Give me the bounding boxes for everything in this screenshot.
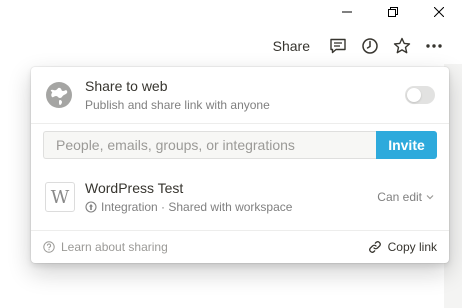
minimize-icon bbox=[342, 11, 352, 13]
invite-input[interactable] bbox=[43, 131, 376, 159]
share-to-web-text: Share to web Publish and share link with… bbox=[85, 77, 405, 113]
member-subtitle: Integration · Shared with workspace bbox=[101, 200, 293, 214]
copy-link-button[interactable]: Copy link bbox=[368, 240, 437, 254]
invite-button[interactable]: Invite bbox=[376, 131, 437, 159]
permission-dropdown[interactable]: Can edit bbox=[377, 190, 435, 204]
close-button[interactable] bbox=[416, 0, 462, 24]
integration-avatar: W bbox=[45, 182, 75, 212]
share-to-web-row[interactable]: Share to web Publish and share link with… bbox=[31, 67, 449, 123]
learn-about-sharing-link[interactable]: Learn about sharing bbox=[43, 240, 168, 254]
help-icon bbox=[43, 241, 55, 253]
more-icon bbox=[426, 44, 442, 48]
history-icon bbox=[362, 38, 378, 54]
restore-button[interactable] bbox=[370, 0, 416, 24]
member-text: WordPress Test Integration · Shared with… bbox=[85, 179, 377, 215]
favorite-button[interactable] bbox=[386, 32, 418, 60]
window-controls bbox=[324, 0, 462, 24]
share-to-web-toggle[interactable] bbox=[405, 86, 435, 104]
member-subtitle-row: Integration · Shared with workspace bbox=[85, 199, 377, 215]
member-row[interactable]: W WordPress Test Integration · Shared wi… bbox=[31, 175, 449, 219]
integration-icon bbox=[85, 201, 97, 213]
page-topbar: Share bbox=[0, 32, 462, 60]
comment-icon bbox=[330, 38, 346, 54]
updates-button[interactable] bbox=[354, 32, 386, 60]
learn-about-sharing-label: Learn about sharing bbox=[61, 240, 168, 254]
share-to-web-subtitle: Publish and share link with anyone bbox=[85, 98, 270, 112]
chevron-down-icon bbox=[426, 195, 434, 200]
permission-label: Can edit bbox=[377, 190, 422, 204]
toggle-knob bbox=[407, 88, 421, 102]
more-button[interactable] bbox=[418, 32, 450, 60]
copy-link-label: Copy link bbox=[387, 240, 437, 254]
comments-button[interactable] bbox=[322, 32, 354, 60]
star-icon bbox=[393, 37, 411, 54]
link-icon bbox=[368, 241, 381, 253]
divider bbox=[31, 123, 449, 124]
member-name: WordPress Test bbox=[85, 180, 184, 196]
invite-row: Invite bbox=[43, 131, 437, 159]
share-to-web-title: Share to web bbox=[85, 78, 168, 94]
popover-footer: Learn about sharing Copy link bbox=[31, 231, 449, 263]
share-popover: Share to web Publish and share link with… bbox=[31, 67, 449, 263]
close-icon bbox=[434, 7, 444, 17]
restore-icon bbox=[388, 7, 398, 17]
minimize-button[interactable] bbox=[324, 0, 370, 24]
globe-icon bbox=[46, 82, 72, 108]
share-button[interactable]: Share bbox=[267, 36, 316, 56]
